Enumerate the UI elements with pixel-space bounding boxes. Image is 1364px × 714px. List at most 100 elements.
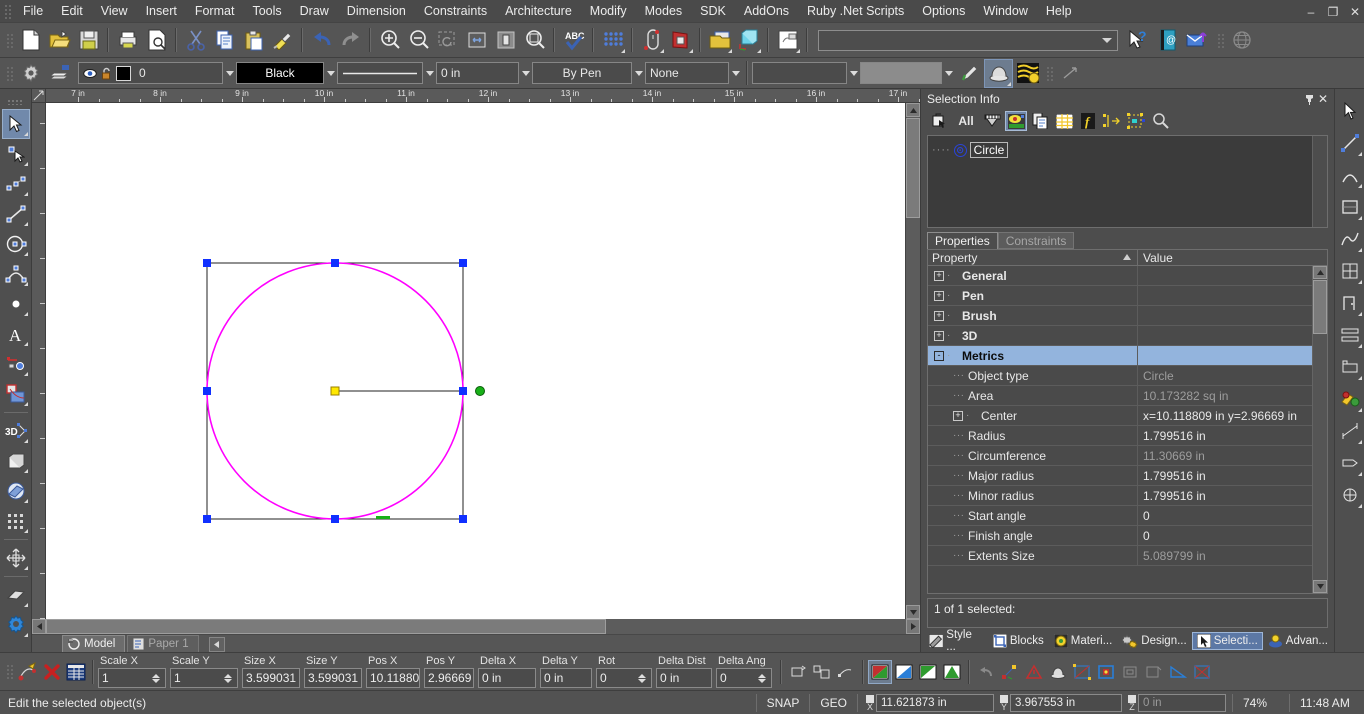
pen-color-dropdown-arrow[interactable]	[324, 62, 337, 84]
pos-x-field[interactable]: 10.118809	[366, 668, 420, 688]
property-grid-scrollbar[interactable]	[1312, 266, 1327, 593]
tree-item-circle[interactable]: ···· ⊙ Circle	[932, 142, 1308, 158]
filter-icon[interactable]	[981, 111, 1003, 131]
property-column-header[interactable]: Property	[928, 250, 1138, 265]
brush-dropdown-arrow[interactable]	[632, 62, 645, 84]
render-object-icon[interactable]	[1046, 660, 1070, 684]
warning-icon[interactable]	[1022, 660, 1046, 684]
delta-x-field[interactable]: 0 in	[478, 668, 536, 688]
scroll-down-button[interactable]	[906, 605, 920, 619]
toolbar-gripper[interactable]	[1216, 31, 1225, 49]
render-tool[interactable]	[2, 580, 30, 610]
menu-item-ruby-net-scripts[interactable]: Ruby .Net Scripts	[798, 1, 913, 21]
node-edit-tool[interactable]	[2, 139, 30, 169]
property-row[interactable]: ··· Object type Circle	[928, 365, 1312, 386]
selection-tree-scrollbar[interactable]	[1312, 136, 1327, 227]
label-tool[interactable]	[1337, 447, 1363, 479]
collapse-icon[interactable]: -	[934, 350, 944, 361]
line-width-combobox[interactable]: 0 in	[436, 62, 519, 84]
search-icon[interactable]	[1149, 111, 1171, 131]
canvas-horizontal-scrollbar[interactable]	[32, 619, 920, 634]
geo-toggle[interactable]: GEO	[814, 696, 853, 710]
pen-edit-icon[interactable]	[955, 59, 984, 88]
toolbar-gripper[interactable]	[5, 64, 14, 82]
gradient-left-icon[interactable]	[892, 660, 916, 684]
menu-item-dimension[interactable]: Dimension	[338, 1, 415, 21]
rotation-field-stepper[interactable]	[635, 673, 648, 683]
snap-object-icon[interactable]	[16, 660, 40, 684]
render-icon[interactable]	[666, 26, 695, 55]
dim-tool[interactable]	[1337, 415, 1363, 447]
furniture-tool[interactable]	[1337, 351, 1363, 383]
unlock-icon[interactable]	[101, 67, 112, 80]
function-icon[interactable]: f	[1077, 111, 1099, 131]
rotation-field[interactable]: 0	[596, 668, 652, 688]
close-icon[interactable]: ✕	[1316, 92, 1330, 106]
command-combobox[interactable]	[818, 29, 1118, 51]
menu-item-sdk[interactable]: SDK	[691, 1, 735, 21]
menu-item-format[interactable]: Format	[186, 1, 244, 21]
zoom-out-icon[interactable]	[404, 26, 433, 55]
property-value[interactable]: 1.799516 in	[1138, 489, 1312, 503]
new-icon[interactable]	[16, 26, 45, 55]
curve-tool[interactable]	[1337, 223, 1363, 255]
delete-icon[interactable]	[40, 660, 64, 684]
print-icon[interactable]	[113, 26, 142, 55]
layers-icon[interactable]	[45, 59, 74, 88]
toolbar-gripper[interactable]	[7, 99, 24, 105]
tab-paper-1[interactable]: Paper 1	[127, 635, 199, 652]
grid-scroll-up-button[interactable]	[1313, 266, 1327, 279]
3d-tool[interactable]: 3D	[2, 416, 30, 446]
dimension-tool[interactable]	[2, 349, 30, 379]
property-row[interactable]: - · Metrics	[928, 345, 1312, 366]
tab-scroll-left-button[interactable]	[208, 637, 225, 652]
utility-tool[interactable]	[1337, 479, 1363, 511]
eye-icon[interactable]	[83, 68, 97, 79]
property-row[interactable]: + · Center x=10.118809 in y=2.96669 in	[928, 405, 1312, 426]
property-value[interactable]: 0	[1138, 529, 1312, 543]
menu-item-architecture[interactable]: Architecture	[496, 1, 581, 21]
3d-modify-tool[interactable]	[2, 476, 30, 506]
property-value[interactable]: 11.30669 in	[1138, 449, 1312, 463]
dim-style-combobox[interactable]	[860, 62, 942, 84]
layer-manager-icon[interactable]	[705, 26, 734, 55]
grid-scroll-down-button[interactable]	[1313, 580, 1327, 593]
zoom-in-icon[interactable]	[375, 26, 404, 55]
undo-icon[interactable]	[307, 26, 336, 55]
layer-color-swatch[interactable]	[116, 65, 131, 81]
layer-dropdown-arrow[interactable]	[223, 62, 236, 84]
circle-tool[interactable]	[2, 229, 30, 259]
properties-icon[interactable]	[1005, 111, 1027, 131]
menu-item-modes[interactable]: Modes	[636, 1, 692, 21]
expand-icon[interactable]: +	[953, 410, 963, 421]
settings-tool[interactable]	[2, 610, 30, 640]
property-row[interactable]: ··· Circumference 11.30669 in	[928, 445, 1312, 466]
globe-icon[interactable]	[1227, 26, 1256, 55]
property-row[interactable]: + · 3D	[928, 325, 1312, 346]
z-coordinate-field[interactable]: 0 in	[1138, 693, 1226, 712]
property-value[interactable]: 1.799516 in	[1138, 429, 1312, 443]
ruler-origin[interactable]	[32, 89, 46, 103]
line-tool[interactable]	[1337, 127, 1363, 159]
menu-item-view[interactable]: View	[92, 1, 137, 21]
grid-scroll-thumb[interactable]	[1313, 280, 1327, 334]
table-icon[interactable]	[1053, 111, 1075, 131]
scale-x-field-stepper[interactable]	[149, 673, 162, 683]
zoom-window-icon[interactable]	[433, 26, 462, 55]
menu-item-modify[interactable]: Modify	[581, 1, 636, 21]
menu-item-draw[interactable]: Draw	[291, 1, 338, 21]
property-value[interactable]: Circle	[1138, 369, 1312, 383]
rotate-handle-icon[interactable]	[786, 660, 810, 684]
scale-y-field[interactable]: 1	[170, 668, 238, 688]
tab-materials[interactable]: Materi...	[1050, 632, 1117, 650]
line-style-dropdown-arrow[interactable]	[423, 62, 436, 84]
select-tool[interactable]	[1, 109, 30, 139]
paste-icon[interactable]	[239, 26, 268, 55]
snap-toggle[interactable]: SNAP	[761, 696, 806, 710]
expand-toolbar-icon[interactable]	[1056, 59, 1085, 88]
property-row[interactable]: ··· Minor radius 1.799516 in	[928, 485, 1312, 506]
help-pointer-icon[interactable]: ?	[1124, 26, 1153, 55]
property-row[interactable]: ··· Extents Size 5.089799 in	[928, 545, 1312, 566]
horizontal-ruler[interactable]: 7 in 8 in 9 in 10 in 11 in 12 in 13 in 14 in 15 …	[46, 89, 920, 103]
hatch-pattern-icon[interactable]	[1013, 59, 1042, 88]
